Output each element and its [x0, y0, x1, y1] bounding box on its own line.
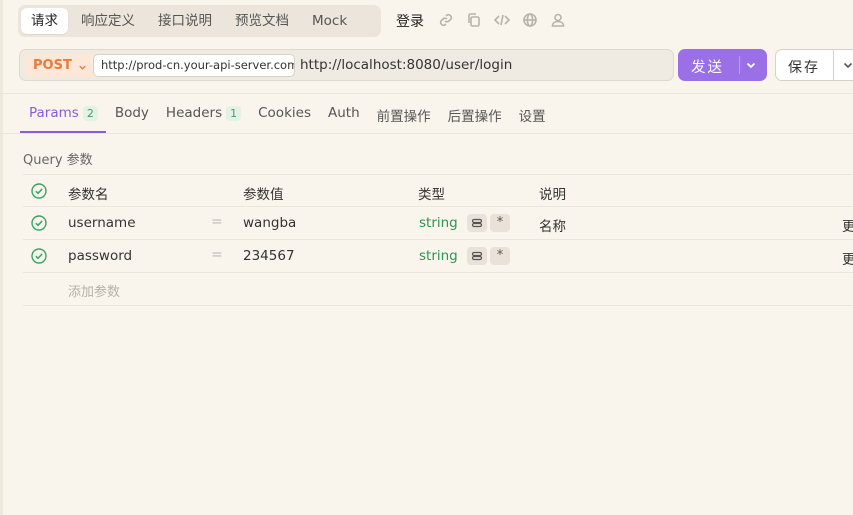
param-name[interactable]: username — [68, 215, 136, 231]
tab-label: Params — [29, 105, 79, 121]
param-name[interactable]: password — [68, 248, 132, 264]
tab-pre-processors[interactable]: 前置操作 — [368, 100, 439, 133]
equals-sign: = — [211, 214, 223, 230]
param-type[interactable]: string — [419, 215, 458, 231]
tab-params[interactable]: Params 2 — [20, 100, 106, 133]
link-icon[interactable] — [467, 247, 487, 265]
tab-preview-docs[interactable]: 预览文档 — [225, 8, 299, 34]
tab-label: 前置操作 — [376, 109, 431, 125]
tab-label: Auth — [327, 105, 360, 121]
check-icon[interactable] — [31, 215, 47, 231]
count-badge: 1 — [226, 106, 242, 121]
tab-request[interactable]: 请求 — [21, 8, 68, 34]
table-header: 参数名 参数值 类型 说明 — [23, 174, 853, 207]
save-button[interactable]: 保存 — [775, 49, 853, 81]
tab-body[interactable]: Body — [106, 100, 157, 133]
header-type: 类型 — [418, 187, 445, 203]
send-button[interactable]: 发送 — [678, 49, 767, 81]
server-select[interactable]: http://prod-cn.your-api-server.com — [93, 54, 295, 77]
more-button[interactable]: 更 — [842, 248, 853, 268]
chevron-down-icon — [78, 61, 87, 70]
chevron-down-icon[interactable] — [745, 59, 757, 71]
tab-label: Headers — [165, 105, 223, 121]
equals-sign: = — [211, 247, 223, 263]
add-param-input[interactable]: 添加参数 — [68, 281, 120, 300]
add-param-row: 添加参数 — [23, 273, 853, 306]
query-params-title: Query 参数 — [23, 153, 93, 168]
tab-mock[interactable]: Mock — [302, 8, 357, 34]
param-value[interactable]: 234567 — [243, 248, 295, 264]
tab-post-processors[interactable]: 后置操作 — [439, 100, 510, 133]
header-value: 参数值 — [243, 187, 284, 203]
tab-cookies[interactable]: Cookies — [249, 100, 319, 133]
divider — [0, 93, 853, 94]
tab-label: 后置操作 — [447, 109, 502, 125]
required-star: * — [496, 215, 504, 230]
tab-headers[interactable]: Headers 1 — [157, 100, 249, 133]
code-icon[interactable] — [493, 12, 511, 32]
top-tabs: 请求 响应定义 接口说明 预览文档 Mock — [18, 5, 381, 37]
request-sub-tabs: Params 2 Body Headers 1 Cookies Auth 前置操作 … — [20, 100, 554, 133]
left-divider — [0, 0, 3, 515]
tab-label: 设置 — [518, 109, 546, 125]
tab-response-definition[interactable]: 响应定义 — [71, 8, 145, 34]
header-name: 参数名 — [68, 187, 109, 203]
copy-icon[interactable] — [466, 12, 482, 32]
tab-auth[interactable]: Auth — [319, 100, 368, 133]
chevron-down-icon[interactable] — [842, 59, 853, 71]
tab-settings[interactable]: 设置 — [510, 100, 554, 133]
login-button[interactable]: 登录 — [396, 11, 424, 31]
param-type[interactable]: string — [419, 248, 458, 264]
required-star: * — [496, 248, 504, 263]
check-all-icon[interactable] — [31, 183, 47, 199]
toolbar-icons — [438, 12, 566, 32]
link-icon[interactable] — [438, 12, 454, 32]
param-description[interactable]: 名称 — [539, 215, 566, 235]
required-toggle[interactable]: * — [490, 247, 510, 265]
param-value[interactable]: wangba — [243, 215, 296, 231]
table-row: username = wangba string * 名称 更 — [23, 207, 853, 240]
globe-icon[interactable] — [522, 12, 538, 32]
method-label: POST — [33, 58, 72, 73]
url-input[interactable]: http://localhost:8080/user/login — [300, 57, 512, 73]
send-label: 发送 — [691, 60, 724, 76]
divider — [0, 133, 853, 134]
user-icon[interactable] — [550, 12, 566, 32]
tab-api-description[interactable]: 接口说明 — [148, 8, 222, 34]
save-divider — [833, 50, 834, 80]
link-icon[interactable] — [467, 214, 487, 232]
required-toggle[interactable]: * — [490, 214, 510, 232]
tab-label: Cookies — [258, 105, 311, 121]
tab-label: Body — [114, 105, 149, 121]
header-description: 说明 — [539, 187, 566, 203]
send-divider — [739, 56, 740, 74]
check-icon[interactable] — [31, 248, 47, 264]
more-button[interactable]: 更 — [842, 215, 853, 235]
count-badge: 2 — [82, 106, 98, 121]
url-bar: POST http://prod-cn.your-api-server.com … — [19, 49, 674, 81]
table-row: password = 234567 string * 更 — [23, 240, 853, 273]
save-label: 保存 — [788, 60, 820, 76]
